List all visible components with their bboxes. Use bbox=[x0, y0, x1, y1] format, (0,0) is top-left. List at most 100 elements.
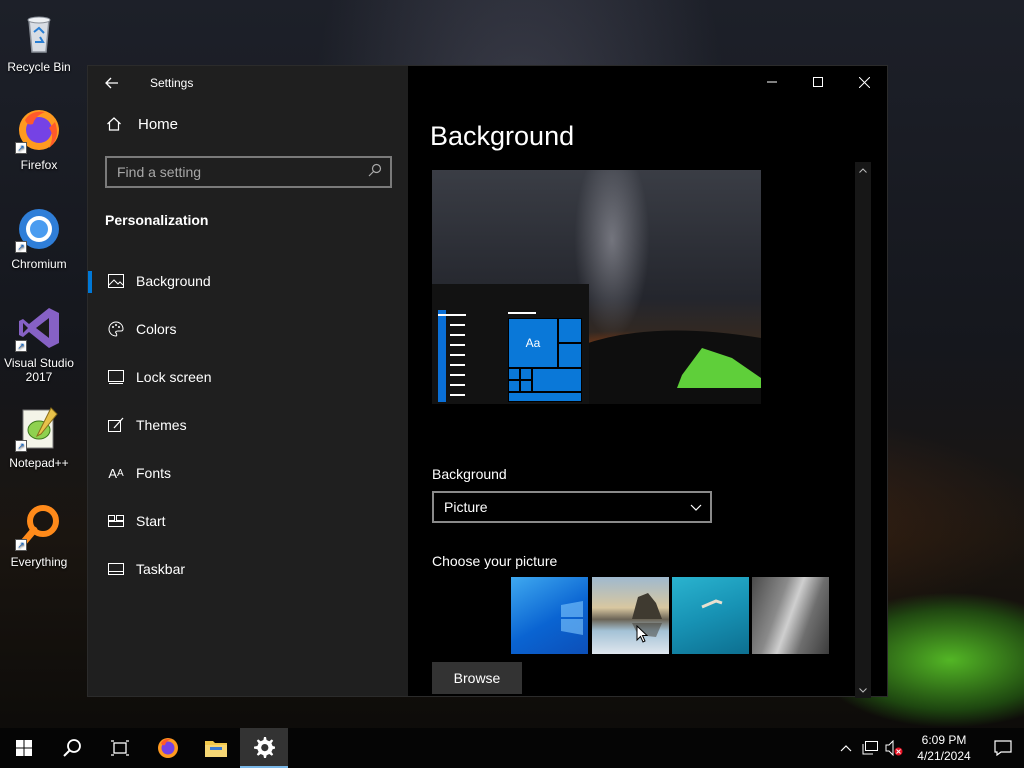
nav-item-background[interactable]: Background bbox=[88, 257, 408, 305]
picture-thumbnail-3[interactable] bbox=[672, 577, 749, 654]
preview-tiles: Aa bbox=[508, 316, 582, 402]
desktop-icon-label: Chromium bbox=[11, 257, 67, 271]
preview-start-menu: Aa bbox=[432, 284, 589, 404]
back-button[interactable] bbox=[88, 66, 136, 100]
settings-window: Settings Home Personalization bbox=[87, 65, 888, 698]
picture-thumbnail-1[interactable] bbox=[511, 577, 588, 654]
lock-screen-icon bbox=[106, 370, 126, 384]
shortcut-arrow-icon: ↗ bbox=[15, 440, 27, 452]
dropdown-value: Picture bbox=[444, 499, 488, 515]
windows-logo-image bbox=[561, 601, 583, 635]
windows-logo-icon bbox=[16, 740, 32, 756]
scrollbar[interactable] bbox=[855, 162, 871, 698]
notification-icon bbox=[994, 740, 1012, 756]
clock-date: 4/21/2024 bbox=[917, 749, 971, 763]
nav-item-themes[interactable]: Themes bbox=[88, 401, 408, 449]
scroll-down-icon[interactable] bbox=[855, 682, 871, 698]
nav-item-label: Fonts bbox=[136, 465, 172, 481]
desktop-icon-everything[interactable]: ↗ Everything bbox=[0, 503, 78, 569]
home-label: Home bbox=[138, 115, 179, 133]
search-icon bbox=[368, 163, 382, 182]
nav-item-label: Colors bbox=[136, 321, 177, 337]
preview-line bbox=[450, 324, 465, 326]
app-title: Settings bbox=[150, 76, 194, 90]
background-dropdown[interactable]: Picture bbox=[432, 491, 712, 523]
nav-item-label: Lock screen bbox=[136, 369, 212, 385]
beach-rocks-image bbox=[632, 593, 662, 637]
preview-line bbox=[450, 334, 465, 336]
network-icon bbox=[862, 741, 878, 755]
browse-button[interactable]: Browse bbox=[432, 662, 522, 694]
taskbar-icon bbox=[106, 563, 126, 575]
preview-tile bbox=[558, 318, 582, 343]
preview-line bbox=[450, 364, 465, 366]
chevron-up-icon bbox=[840, 745, 852, 752]
scroll-up-icon[interactable] bbox=[855, 162, 871, 178]
taskbar-file-explorer[interactable] bbox=[192, 728, 240, 768]
desktop-icon-firefox[interactable]: ↗ Firefox bbox=[0, 106, 78, 172]
nav-item-taskbar[interactable]: Taskbar bbox=[88, 545, 408, 593]
taskbar-search-icon bbox=[63, 739, 81, 757]
themes-icon bbox=[106, 417, 126, 433]
desktop-icon-visual-studio[interactable]: ↗ Visual Studio 2017 bbox=[0, 304, 78, 384]
network-button[interactable] bbox=[858, 728, 882, 768]
desktop-icon-notepadpp[interactable]: ↗ Notepad++ bbox=[0, 404, 78, 470]
preview-line bbox=[508, 312, 536, 314]
search-input[interactable] bbox=[117, 164, 357, 180]
taskbar-firefox[interactable] bbox=[144, 728, 192, 768]
background-preview: Aa bbox=[432, 170, 761, 404]
back-arrow-icon bbox=[105, 77, 118, 89]
nav-item-colors[interactable]: Colors bbox=[88, 305, 408, 353]
start-button[interactable] bbox=[0, 728, 48, 768]
search-button[interactable] bbox=[48, 728, 96, 768]
page-title: Background bbox=[430, 121, 575, 151]
task-view-button[interactable] bbox=[96, 728, 144, 768]
desktop-icon-label: Visual Studio 2017 bbox=[4, 356, 74, 384]
clock-time: 6:09 PM bbox=[921, 733, 967, 747]
shortcut-arrow-icon: ↗ bbox=[15, 241, 27, 253]
show-hidden-icons-button[interactable] bbox=[834, 728, 858, 768]
shortcut-arrow-icon: ↗ bbox=[15, 142, 27, 154]
preview-tile bbox=[532, 368, 582, 392]
preview-tile bbox=[520, 368, 532, 380]
desktop-icon-label: Everything bbox=[10, 555, 68, 569]
taskbar: 6:09 PM 4/21/2024 bbox=[0, 728, 1024, 768]
home-nav-item[interactable]: Home bbox=[88, 104, 408, 144]
desktop-icon-label: Notepad++ bbox=[9, 456, 69, 470]
home-icon bbox=[106, 116, 126, 132]
picture-thumbnail-2[interactable] bbox=[592, 577, 669, 654]
desktop-icon-chromium[interactable]: ↗ Chromium bbox=[0, 205, 78, 271]
preview-line bbox=[450, 384, 465, 386]
everything-icon: ↗ bbox=[15, 503, 63, 551]
desktop-icon-label: Recycle Bin bbox=[7, 60, 71, 74]
firefox-icon bbox=[158, 738, 178, 758]
nav-item-lock-screen[interactable]: Lock screen bbox=[88, 353, 408, 401]
nav-item-label: Start bbox=[136, 513, 166, 529]
palette-icon bbox=[106, 321, 126, 337]
start-icon bbox=[106, 515, 126, 527]
picture-thumbnail-4[interactable] bbox=[752, 577, 829, 654]
preview-tile bbox=[558, 343, 582, 368]
underwater-swimmer-image bbox=[701, 599, 723, 609]
nav-item-fonts[interactable]: AA Fonts bbox=[88, 449, 408, 497]
action-center-button[interactable] bbox=[982, 728, 1024, 768]
preview-line bbox=[450, 344, 465, 346]
preview-line bbox=[450, 394, 465, 396]
firefox-icon: ↗ bbox=[15, 106, 63, 154]
preview-line bbox=[450, 354, 465, 356]
mouse-cursor-icon bbox=[636, 625, 648, 643]
task-view-icon bbox=[111, 740, 129, 756]
volume-muted-icon bbox=[885, 740, 903, 756]
clock[interactable]: 6:09 PM 4/21/2024 bbox=[906, 732, 982, 764]
preview-tile: Aa bbox=[508, 318, 558, 368]
search-box[interactable] bbox=[105, 156, 392, 188]
chevron-down-icon bbox=[690, 499, 702, 515]
picture-icon bbox=[106, 274, 126, 288]
desktop-icon-recycle-bin[interactable]: Recycle Bin bbox=[0, 8, 78, 74]
volume-button[interactable] bbox=[882, 728, 906, 768]
system-tray: 6:09 PM 4/21/2024 bbox=[834, 728, 1024, 768]
taskbar-settings[interactable] bbox=[240, 728, 288, 768]
nav-item-start[interactable]: Start bbox=[88, 497, 408, 545]
nav-item-label: Taskbar bbox=[136, 561, 186, 577]
content-pane: Background Aa Background Picture Choose … bbox=[408, 66, 871, 698]
